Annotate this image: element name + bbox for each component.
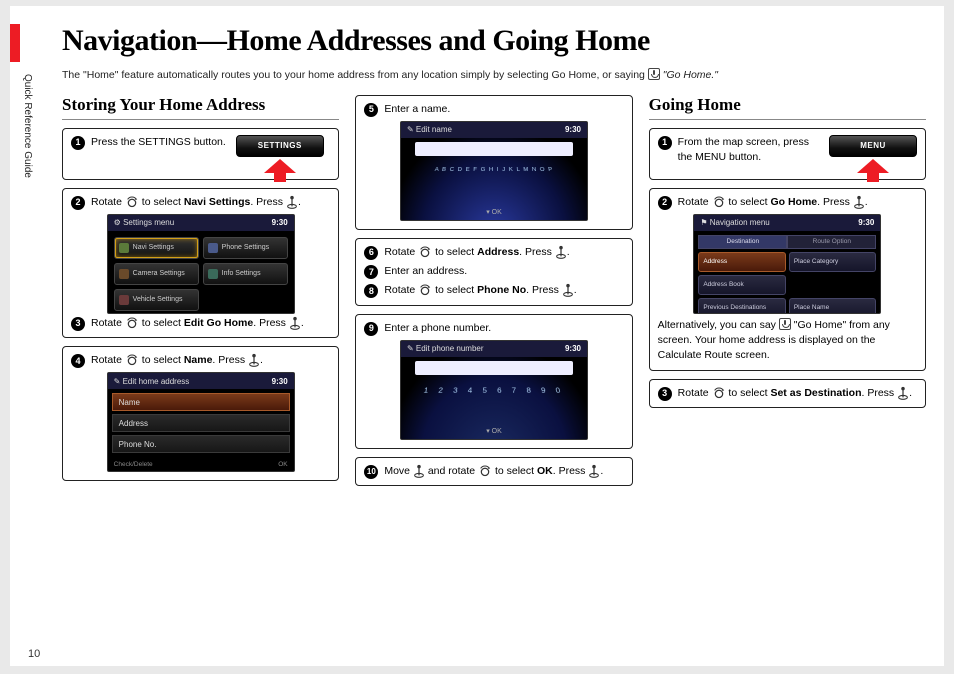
voice-icon bbox=[779, 318, 791, 330]
step-9-text: Enter a phone number. bbox=[384, 321, 491, 336]
heading-going-home: Going Home bbox=[649, 95, 926, 120]
step-3-text: Rotate to select Edit Go Home. Press . bbox=[91, 316, 304, 331]
settings-button-label: SETTINGS bbox=[236, 135, 324, 157]
rotate-dial-icon bbox=[478, 464, 492, 478]
gh-step-3-text: Rotate to select Set as Destination. Pre… bbox=[678, 386, 912, 401]
settings-button-illustration: SETTINGS bbox=[236, 135, 324, 173]
step-8-text: Rotate to select Phone No. Press . bbox=[384, 283, 576, 298]
press-stick-icon bbox=[853, 195, 865, 209]
gh-step-3-num: 3 bbox=[658, 387, 672, 401]
step-2-text: Rotate to select Navi Settings. Press . bbox=[91, 195, 301, 210]
press-stick-icon bbox=[248, 353, 260, 367]
step-5-box: 5 Enter a name. ✎ Edit name9:30 A B C D … bbox=[355, 95, 632, 230]
step-2-num: 2 bbox=[71, 196, 85, 210]
gh-step-1-num: 1 bbox=[658, 136, 672, 150]
step-10-text: Move and rotate to select OK. Press . bbox=[384, 464, 603, 479]
step-4-num: 4 bbox=[71, 354, 85, 368]
move-stick-down-icon bbox=[413, 464, 425, 478]
arrow-up-icon bbox=[264, 159, 296, 173]
step-9-box: 9 Enter a phone number. ✎ Edit phone num… bbox=[355, 314, 632, 449]
step-1-text: Press the SETTINGS button. bbox=[91, 135, 226, 150]
step-5-num: 5 bbox=[364, 103, 378, 117]
rotate-dial-icon bbox=[125, 353, 139, 367]
step-5-text: Enter a name. bbox=[384, 102, 450, 117]
gh-step-1-text: From the map screen, press the MENU butt… bbox=[678, 135, 819, 165]
heading-storing: Storing Your Home Address bbox=[62, 95, 339, 120]
press-stick-icon bbox=[562, 283, 574, 297]
gh-step-2-box: 2 Rotate to select Go Home. Press . ⚑ Na… bbox=[649, 188, 926, 371]
step-10-box: 10 Move and rotate to select OK. Press . bbox=[355, 457, 632, 486]
press-stick-icon bbox=[588, 464, 600, 478]
arrow-up-icon bbox=[857, 159, 889, 173]
side-label: Quick Reference Guide bbox=[22, 74, 33, 178]
red-tab bbox=[10, 24, 20, 62]
rotate-dial-icon bbox=[712, 195, 726, 209]
step-4-box: 4 Rotate to select Name. Press . ✎ Edit … bbox=[62, 346, 339, 481]
step-6-text: Rotate to select Address. Press . bbox=[384, 245, 569, 260]
rotate-dial-icon bbox=[712, 386, 726, 400]
step-7-num: 7 bbox=[364, 265, 378, 279]
press-stick-icon bbox=[289, 316, 301, 330]
step-10-num: 10 bbox=[364, 465, 378, 479]
navigation-menu-screen: ⚑ Navigation menu9:30 DestinationRoute O… bbox=[693, 214, 881, 314]
column-storing: Storing Your Home Address 1 Press the SE… bbox=[62, 95, 339, 494]
column-storing-continued: 5 Enter a name. ✎ Edit name9:30 A B C D … bbox=[355, 95, 632, 494]
step-2-3-box: 2 Rotate to select Navi Settings. Press … bbox=[62, 188, 339, 338]
rotate-dial-icon bbox=[418, 245, 432, 259]
gh-step-2-num: 2 bbox=[658, 196, 672, 210]
step-7-text: Enter an address. bbox=[384, 264, 467, 279]
press-stick-icon bbox=[897, 386, 909, 400]
step-6-num: 6 bbox=[364, 246, 378, 260]
step-1-num: 1 bbox=[71, 136, 85, 150]
press-stick-icon bbox=[555, 245, 567, 259]
gh-alternatively-text: Alternatively, you can say "Go Home" fro… bbox=[658, 318, 917, 364]
column-going-home: Going Home 1 From the map screen, press … bbox=[649, 95, 926, 494]
gh-step-1-box: 1 From the map screen, press the MENU bu… bbox=[649, 128, 926, 180]
step-1-box: 1 Press the SETTINGS button. SETTINGS bbox=[62, 128, 339, 180]
voice-icon bbox=[648, 68, 660, 80]
step-8-num: 8 bbox=[364, 284, 378, 298]
gh-step-3-box: 3 Rotate to select Set as Destination. P… bbox=[649, 379, 926, 408]
step-4-text: Rotate to select Name. Press . bbox=[91, 353, 263, 368]
settings-menu-screen: ⚙ Settings menu9:30 Navi Settings Phone … bbox=[107, 214, 295, 314]
edit-name-screen: ✎ Edit name9:30 A B C D E F G H I J K L … bbox=[400, 121, 588, 221]
gh-step-2-text: Rotate to select Go Home. Press . bbox=[678, 195, 868, 210]
rotate-dial-icon bbox=[418, 283, 432, 297]
rotate-dial-icon bbox=[125, 316, 139, 330]
edit-phone-screen: ✎ Edit phone number9:30 1 2 3 4 5 6 7 8 … bbox=[400, 340, 588, 440]
rotate-dial-icon bbox=[125, 195, 139, 209]
intro-lead: The "Home" feature automatically routes … bbox=[62, 69, 648, 81]
step-678-box: 6 Rotate to select Address. Press . 7 En… bbox=[355, 238, 632, 306]
menu-button-illustration: MENU bbox=[829, 135, 917, 173]
intro-paragraph: The "Home" feature automatically routes … bbox=[62, 68, 926, 83]
press-stick-icon bbox=[286, 195, 298, 209]
step-3-num: 3 bbox=[71, 317, 85, 331]
intro-quote: "Go Home." bbox=[663, 69, 718, 81]
edit-home-address-screen: ✎ Edit home address9:30 Name Address Pho… bbox=[107, 372, 295, 472]
step-9-num: 9 bbox=[364, 322, 378, 336]
page-title: Navigation—Home Addresses and Going Home bbox=[62, 24, 926, 58]
menu-button-label: MENU bbox=[829, 135, 917, 157]
page-number: 10 bbox=[28, 648, 40, 660]
